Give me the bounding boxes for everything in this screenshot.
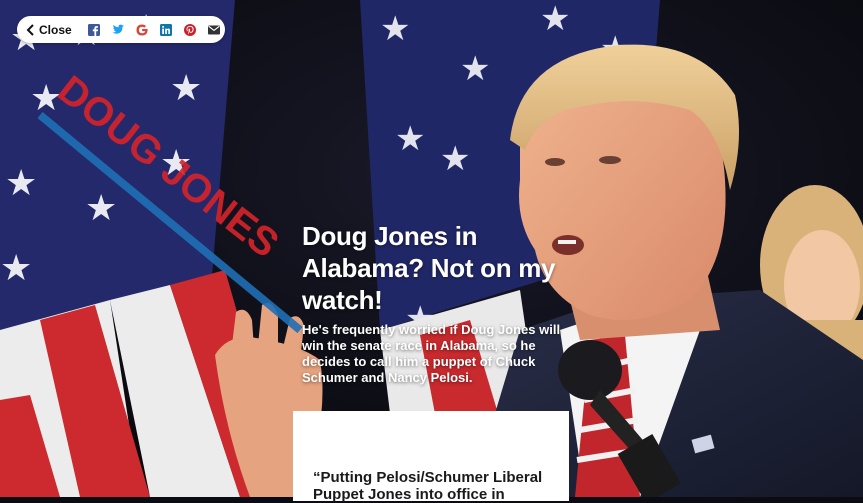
chevron-left-icon (26, 23, 34, 36)
svg-text:★: ★ (170, 68, 202, 109)
twitter-icon[interactable] (111, 24, 124, 36)
svg-text:★: ★ (460, 49, 490, 89)
quote-text: “Putting Pelosi/Schumer Liberal Puppet J… (313, 469, 543, 503)
pinterest-icon[interactable] (183, 23, 196, 36)
share-toolbar: Close (17, 16, 225, 43)
linkedin-icon[interactable] (159, 23, 172, 36)
article-headline: Doug Jones in Alabama? Not on my watch! (302, 221, 556, 315)
svg-text:★: ★ (540, 0, 570, 39)
svg-text:★: ★ (5, 163, 37, 204)
share-icons (82, 23, 220, 36)
close-button[interactable]: Close (26, 23, 72, 37)
article-dek: He's frequently worried if Doug Jones wi… (302, 322, 561, 385)
facebook-icon[interactable] (87, 23, 100, 36)
google-icon[interactable] (136, 24, 148, 36)
close-label: Close (39, 22, 72, 37)
svg-text:★: ★ (395, 119, 425, 159)
svg-text:★: ★ (0, 248, 32, 289)
svg-text:★: ★ (440, 139, 470, 179)
svg-text:★: ★ (85, 188, 117, 229)
quote-card: “Putting Pelosi/Schumer Liberal Puppet J… (293, 411, 569, 503)
email-icon[interactable] (207, 24, 220, 36)
svg-text:★: ★ (380, 9, 410, 49)
